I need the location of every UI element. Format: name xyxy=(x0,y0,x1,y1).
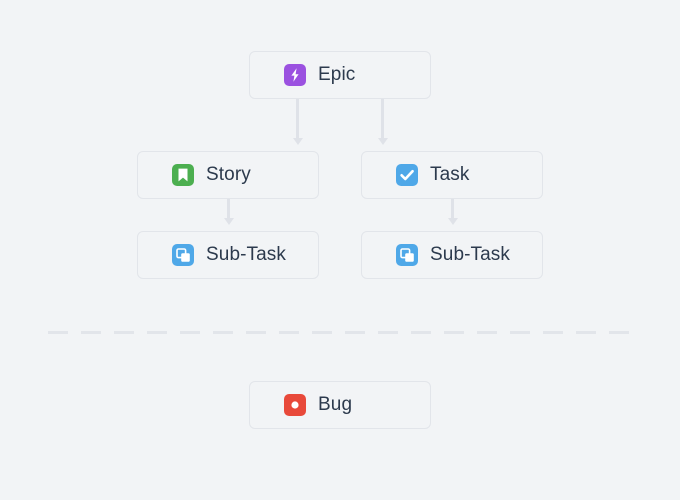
checkmark-icon xyxy=(396,164,418,186)
node-label: Bug xyxy=(318,394,353,415)
bug-circle-icon xyxy=(284,394,306,416)
node-subtask-left[interactable]: Sub-Task xyxy=(137,231,319,279)
hierarchy-divider xyxy=(48,331,632,334)
layers-icon xyxy=(172,244,194,266)
node-label: Story xyxy=(206,164,251,185)
bookmark-icon xyxy=(172,164,194,186)
arrowhead-icon xyxy=(377,138,388,145)
arrowhead-icon xyxy=(447,218,458,225)
edge-line xyxy=(296,99,299,138)
node-label: Task xyxy=(430,164,470,185)
node-label: Sub-Task xyxy=(430,244,511,265)
node-label: Sub-Task xyxy=(206,244,287,265)
node-bug[interactable]: Bug xyxy=(249,381,431,429)
arrowhead-icon xyxy=(223,218,234,225)
edge-line xyxy=(227,199,230,218)
node-subtask-right[interactable]: Sub-Task xyxy=(361,231,543,279)
arrowhead-icon xyxy=(292,138,303,145)
edge-line xyxy=(451,199,454,218)
node-story[interactable]: Story xyxy=(137,151,319,199)
node-epic[interactable]: Epic xyxy=(249,51,431,99)
diagram-canvas: Epic Story Task Sub-Task Sub-Task Bug xyxy=(0,0,680,500)
node-task[interactable]: Task xyxy=(361,151,543,199)
lightning-bolt-icon xyxy=(284,64,306,86)
edge-line xyxy=(381,99,384,138)
layers-icon xyxy=(396,244,418,266)
node-label: Epic xyxy=(318,64,356,85)
